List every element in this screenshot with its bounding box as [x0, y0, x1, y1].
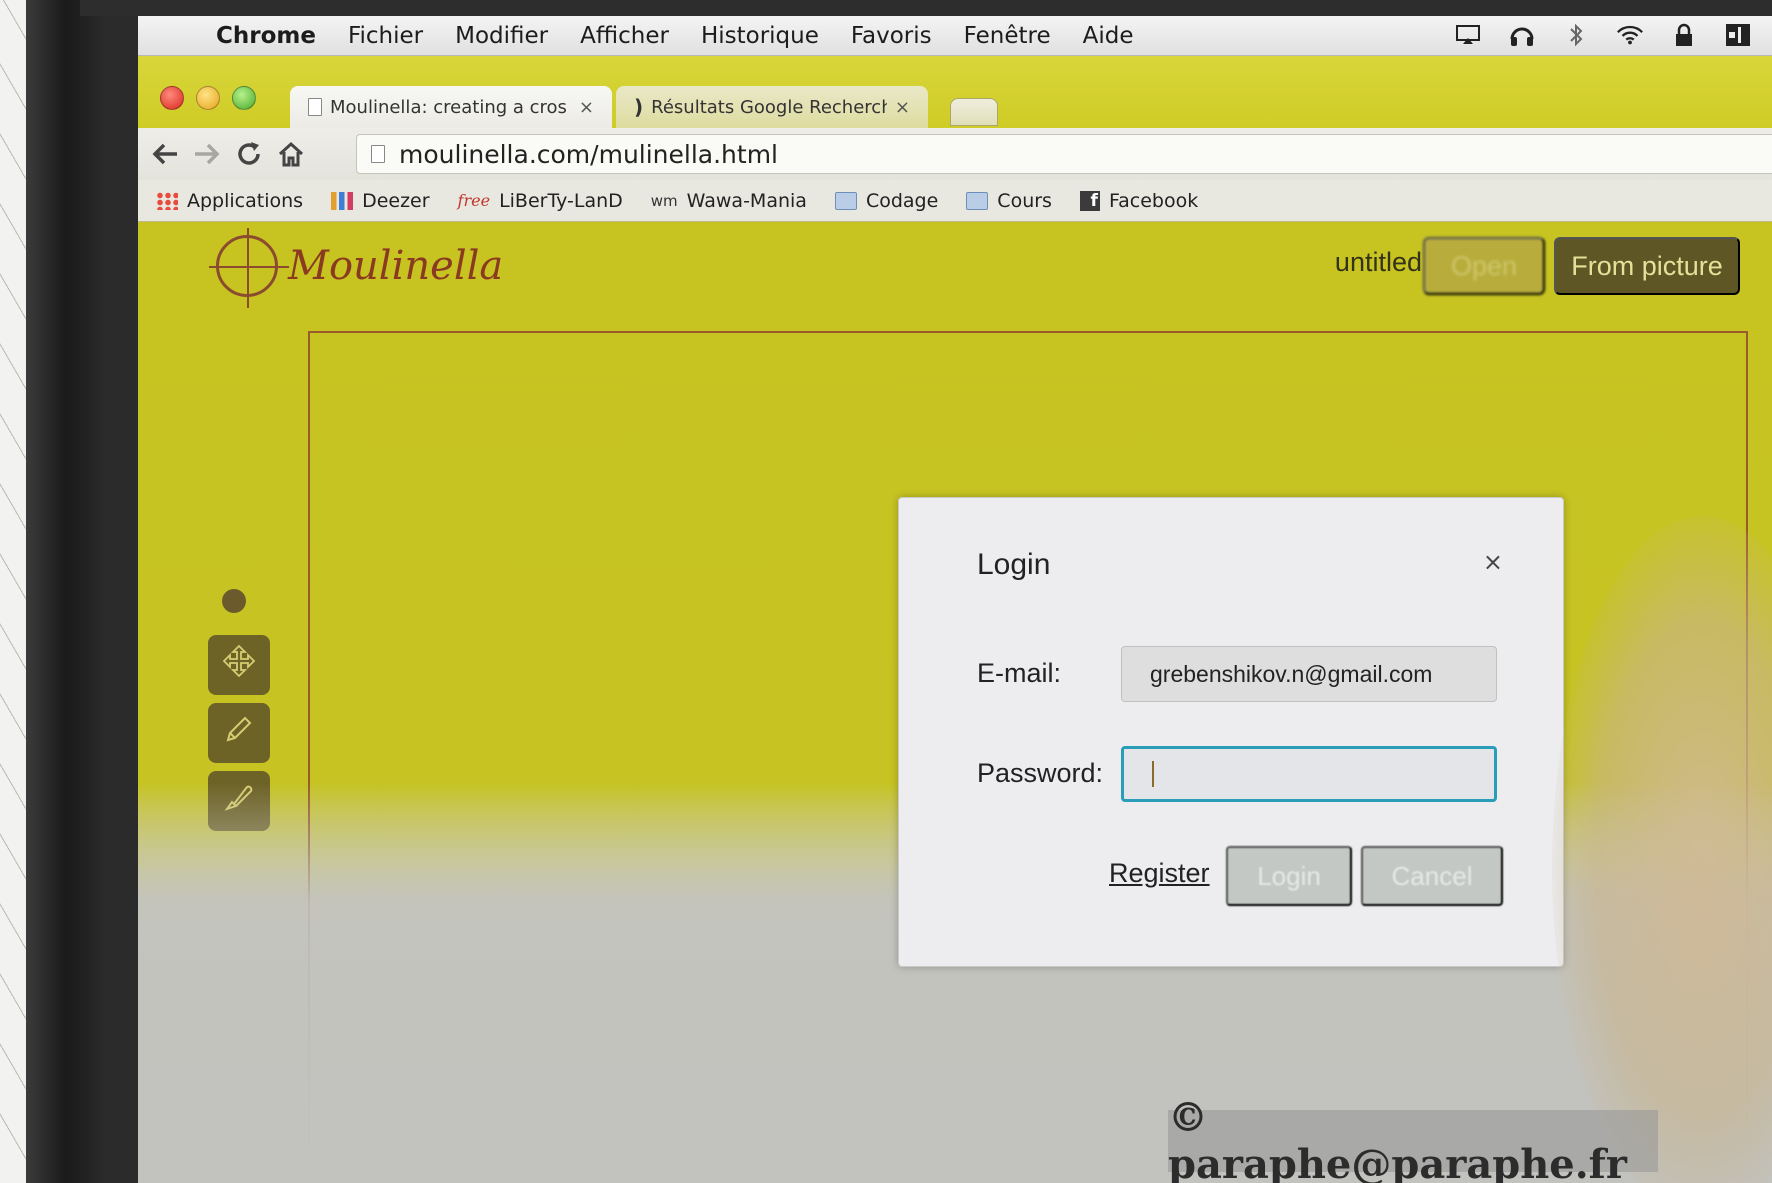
home-icon[interactable] [270, 133, 312, 175]
page-icon [371, 145, 385, 163]
menubar-status-area [1454, 22, 1752, 48]
menu-fichier[interactable]: Fichier [348, 23, 423, 49]
tab-close-icon[interactable]: × [895, 97, 910, 118]
tab-title: Moulinella: creating a cros [330, 96, 567, 118]
deezer-icon [331, 191, 354, 210]
menu-aide[interactable]: Aide [1083, 23, 1134, 49]
monitor-bezel-top [80, 0, 1772, 16]
color-dot-indicator[interactable] [222, 589, 246, 613]
facebook-icon: f [1079, 190, 1100, 211]
close-icon[interactable]: × [1483, 548, 1503, 576]
bookmark-label: Wawa-Mania [686, 189, 807, 212]
tab-moulinella[interactable]: Moulinella: creating a cros × [290, 86, 612, 128]
menu-app-chrome[interactable]: Chrome [216, 23, 316, 49]
window-controls [160, 86, 256, 110]
bookmark-cours[interactable]: Cours [966, 190, 1052, 212]
folder-icon [834, 191, 857, 210]
password-label: Password: [977, 758, 1104, 788]
google-favicon-icon: ) [634, 95, 644, 119]
zoom-window-button[interactable] [232, 86, 256, 110]
pencil-tool-icon [223, 713, 255, 753]
dialog-title: Login [977, 548, 1051, 581]
bookmark-label: Deezer [362, 189, 430, 212]
cancel-button[interactable]: Cancel [1361, 846, 1503, 906]
email-field[interactable]: grebenshikov.n@gmail.com [1121, 646, 1497, 702]
tab-title: Résultats Google Recherch [651, 96, 887, 118]
login-button[interactable]: Login [1226, 846, 1352, 906]
bookmark-applications[interactable]: Applications [156, 190, 303, 212]
bookmark-facebook[interactable]: f Facebook [1079, 189, 1199, 212]
menu-historique[interactable]: Historique [701, 23, 819, 49]
address-bar[interactable]: moulinella.com/mulinella.html [356, 134, 1772, 174]
tab-close-icon[interactable]: × [579, 97, 594, 118]
bookmark-label: Applications [187, 189, 304, 212]
menu-modifier[interactable]: Modifier [455, 23, 548, 49]
tab-google-results[interactable]: ) Résultats Google Recherch × [616, 86, 928, 128]
app-logo[interactable]: Moulinella [209, 228, 504, 308]
login-dialog: Login × E-mail: grebenshikov.n@gmail.com… [898, 497, 1564, 967]
bookmark-label: LiBerTy-LanD [499, 189, 623, 212]
lock-icon[interactable] [1670, 22, 1698, 48]
menu-afficher[interactable]: Afficher [580, 23, 669, 49]
free-icon: free [457, 191, 491, 210]
document-name: untitled [1334, 247, 1422, 277]
bookmark-label: Cours [997, 189, 1052, 212]
email-value: grebenshikov.n@gmail.com [1150, 660, 1433, 687]
new-tab-button[interactable] [950, 98, 998, 126]
open-button[interactable]: Open [1423, 237, 1545, 295]
apps-grid-icon [156, 191, 178, 210]
bookmark-codage[interactable]: Codage [834, 189, 939, 212]
bookmark-deezer[interactable]: Deezer [331, 189, 430, 212]
register-link[interactable]: Register [1109, 858, 1210, 889]
address-bar-url: moulinella.com/mulinella.html [399, 139, 779, 169]
menu-favoris[interactable]: Favoris [851, 23, 932, 49]
email-label: E-mail: [977, 658, 1062, 688]
bookmarks-bar: Applications Deezer free LiBerTy-LanD wm… [138, 180, 1772, 222]
bookmark-label: Codage [865, 189, 939, 212]
move-tool-icon [222, 644, 256, 686]
browser-toolbar: moulinella.com/mulinella.html [138, 128, 1772, 180]
screen: Chrome Fichier Modifier Afficher Histori… [138, 16, 1772, 1183]
copyright-watermark: © paraphe@paraphe.fr [1168, 1094, 1658, 1183]
wawa-icon: wm [650, 191, 678, 210]
pencil-tool-button[interactable] [208, 703, 270, 763]
minimize-window-button[interactable] [196, 86, 220, 110]
move-tool-button[interactable] [208, 635, 270, 695]
forward-icon[interactable] [186, 133, 228, 175]
mac-menubar: Chrome Fichier Modifier Afficher Histori… [138, 16, 1772, 56]
logo-text: Moulinella [288, 243, 504, 289]
menu-fenetre[interactable]: Fenêtre [964, 23, 1051, 49]
reload-icon[interactable] [228, 133, 270, 175]
bookmark-label: Facebook [1108, 189, 1199, 212]
from-picture-button[interactable]: From picture [1554, 237, 1740, 295]
bluetooth-icon[interactable] [1562, 22, 1590, 48]
text-caret [1152, 761, 1154, 787]
folder-icon [966, 191, 989, 210]
browser-tabbar: Moulinella: creating a cros × ) Résultat… [138, 56, 1772, 128]
page-icon [308, 98, 322, 116]
close-window-button[interactable] [160, 86, 184, 110]
airplay-icon[interactable] [1454, 22, 1482, 48]
password-field[interactable] [1121, 746, 1497, 802]
user-icon[interactable] [1724, 22, 1752, 48]
bookmark-wawa-mania[interactable]: wm Wawa-Mania [651, 190, 807, 212]
wifi-icon[interactable] [1616, 22, 1644, 48]
back-icon[interactable] [144, 133, 186, 175]
headphones-icon[interactable] [1508, 22, 1536, 48]
bookmark-liberty-land[interactable]: free LiBerTy-LanD [458, 190, 623, 212]
logo-mark-icon [209, 228, 289, 308]
